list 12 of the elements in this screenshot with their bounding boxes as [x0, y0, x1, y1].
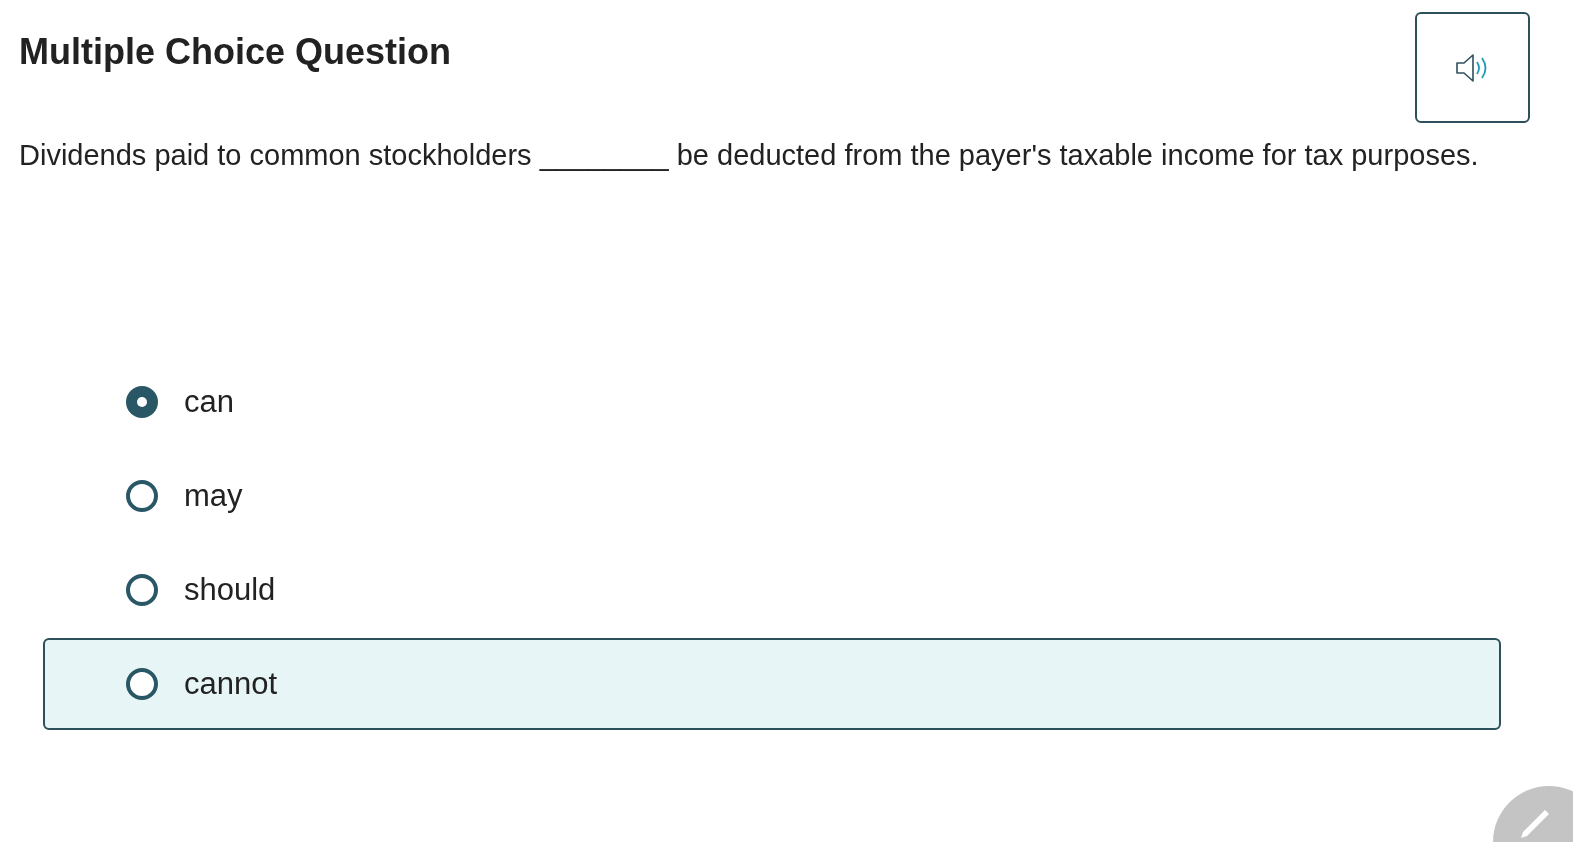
answer-option[interactable]: cannot — [43, 638, 1501, 730]
radio-button[interactable] — [126, 386, 158, 418]
option-label: should — [184, 570, 276, 609]
option-label: may — [184, 476, 243, 515]
option-label: cannot — [184, 664, 278, 703]
audio-button[interactable] — [1415, 12, 1530, 123]
radio-button[interactable] — [126, 574, 158, 606]
question-text: Dividends paid to common stockholders ________ be deducted from the payer's taxable income for tax purposes. — [18, 138, 1480, 173]
radio-button[interactable] — [126, 480, 158, 512]
question-heading: Multiple Choice Question — [19, 34, 452, 70]
option-label: can — [184, 382, 234, 421]
radio-button[interactable] — [126, 668, 158, 700]
